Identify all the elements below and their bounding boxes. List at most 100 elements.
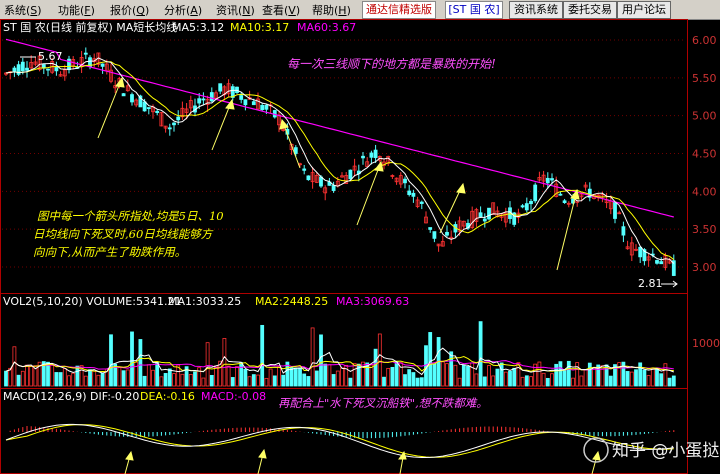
volume-bar [352, 362, 357, 387]
volume-bar [163, 373, 168, 387]
volume-bar [474, 373, 479, 387]
arrow-icon [124, 450, 134, 474]
candle-body [176, 116, 181, 121]
candle-body [432, 231, 437, 239]
volume-bar [20, 370, 25, 387]
vol-ma2-legend: MA2:2448.25 [255, 295, 328, 308]
candle-body [319, 176, 323, 187]
volume-bar [466, 365, 470, 387]
volume-bar [251, 374, 256, 387]
volume-bar [386, 367, 391, 387]
volume-bar [323, 363, 328, 387]
candle-body [130, 94, 134, 103]
macd-value-legend: MACD:-0.08 [201, 390, 266, 403]
volume-bar [146, 364, 151, 387]
volume-bar [529, 376, 533, 387]
volume-bar [541, 372, 546, 387]
candle-body [264, 104, 269, 110]
volume-title: VOL2(5,10,20) VOLUME:5341.21 [3, 295, 181, 308]
candle-body [529, 200, 533, 205]
volume-ma1-line [5, 347, 674, 376]
volume-bar [125, 369, 130, 387]
volume-bar [440, 361, 445, 387]
low-price-arrow [661, 280, 678, 288]
volume-bar [491, 375, 496, 387]
volume-bar [361, 361, 365, 387]
volume-bar [348, 377, 353, 387]
volume-bar [634, 369, 638, 387]
volume-bar [524, 375, 529, 387]
stock-chart[interactable]: 6.00 5.50 5.00 4.50 4.00 3.50 3.00 ST 国 农(日线 前… [0, 0, 720, 474]
candle-body [621, 226, 626, 236]
volume-bar [428, 332, 433, 387]
volume-bar [592, 367, 596, 387]
volume-bar [142, 375, 147, 387]
vol-ma3-legend: MA3:3069.63 [336, 295, 409, 308]
candle-body [520, 205, 525, 208]
volume-y-tick: 10000 [692, 337, 720, 350]
volume-bar [499, 362, 504, 387]
macd-annotation: 再配合上"水下死叉沉船铁",想不跌都难。 [278, 396, 488, 410]
volume-bar [260, 324, 265, 387]
volume-bar [272, 375, 277, 387]
volume-bar [159, 376, 164, 387]
volume-bar [327, 364, 332, 387]
volume-bar [268, 368, 273, 387]
volume-bar [205, 342, 210, 387]
arrow-icon [97, 76, 125, 139]
volume-bar [461, 364, 466, 387]
volume-bar [394, 361, 399, 387]
volume-bar [58, 372, 63, 387]
volume-bar [554, 363, 559, 387]
volume-bar [193, 371, 197, 387]
volume-bar [566, 360, 571, 387]
candle-body [25, 67, 29, 71]
volume-bar [293, 367, 298, 387]
volume-bar [243, 368, 248, 387]
volume-bar [230, 377, 235, 387]
volume-bar [306, 376, 311, 387]
candle-body [306, 175, 311, 181]
volume-bar [12, 346, 17, 387]
volume-bar [281, 374, 286, 387]
volume-bar [659, 373, 664, 387]
arrow-icon [356, 160, 384, 226]
volume-bar [587, 362, 592, 387]
volume-bar [172, 373, 176, 387]
volume-bar [256, 374, 260, 387]
candle-body [197, 98, 202, 104]
candle-body [146, 107, 151, 110]
volume-bar [314, 370, 319, 387]
candle-body [46, 68, 50, 71]
arrow-icon [591, 450, 601, 474]
candle-body [445, 231, 449, 236]
volume-bar [415, 377, 420, 387]
candle-body [419, 201, 424, 204]
candle-body [428, 227, 433, 230]
price-y-tick: 4.50 [692, 148, 717, 161]
price-y-tick: 6.00 [692, 34, 717, 47]
candlesticks [4, 47, 676, 277]
volume-bar [46, 361, 50, 387]
dif-line [5, 423, 674, 458]
ma10-legend: MA10:3.17 [230, 21, 289, 34]
volume-bar [239, 362, 244, 387]
volume-bar [558, 361, 563, 387]
volume-bar [310, 327, 315, 387]
volume-bar [482, 376, 487, 387]
volume-bar [188, 373, 193, 387]
volume-bar [25, 364, 29, 387]
candle-body [54, 67, 59, 72]
vol-ma1-legend: MA1:3033.25 [168, 295, 241, 308]
ma5-legend: MA5:3.12 [172, 21, 224, 34]
volume-bar [100, 372, 105, 387]
annotation-top: 每一次三线顺下的地方都是暴跌的开始! [287, 57, 496, 71]
volume-bar [667, 377, 672, 387]
high-price-label: 5.67 [38, 50, 63, 63]
volume-bar [445, 363, 449, 387]
volume-bar [369, 364, 374, 387]
candle-body [260, 104, 265, 111]
volume-bar [419, 377, 424, 387]
candle-body [411, 192, 416, 197]
candle-body [613, 201, 617, 219]
